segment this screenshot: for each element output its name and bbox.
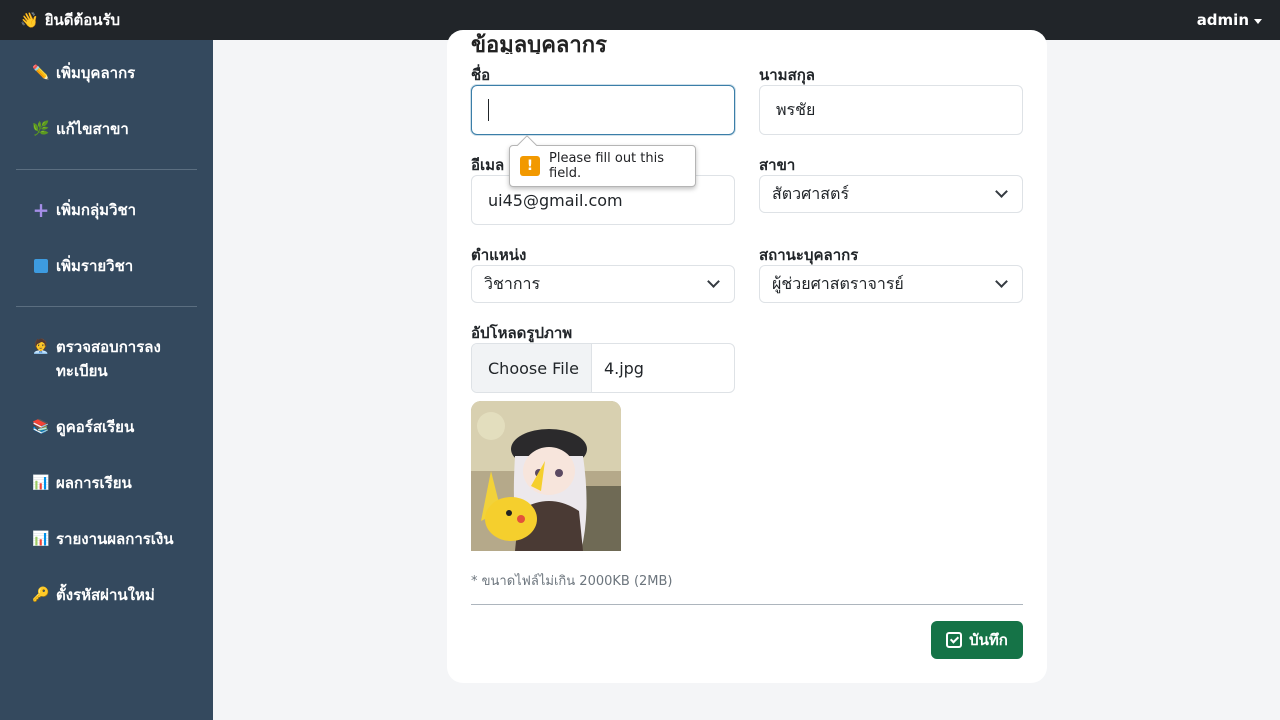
- choose-file-button[interactable]: Choose File: [472, 344, 592, 392]
- book-icon: [32, 254, 50, 281]
- branch-select[interactable]: สัตวศาสตร์: [759, 175, 1023, 213]
- sidebar-item-reset-password[interactable]: 🔑 ตั้งรหัสผ่านใหม่: [32, 583, 202, 607]
- form-title: ข้อมูลบุคลากร: [471, 33, 607, 54]
- validation-tooltip: ! Please fill out this field.: [509, 145, 696, 187]
- pencil-icon: ✏️: [32, 65, 50, 81]
- sidebar-item-check-registration[interactable]: 🧑‍💼 ตรวจสอบการลงทะเบียน: [32, 335, 202, 383]
- sidebar: ✏️ เพิ่มบุคลากร 🌿 แก้ไขสาขา + เพิ่มกลุ่ม…: [0, 40, 213, 720]
- sidebar-item-add-staff[interactable]: ✏️ เพิ่มบุคลากร: [32, 61, 202, 85]
- save-download-icon: [946, 632, 963, 648]
- last-name-value: พรชัย: [776, 99, 816, 119]
- person-at-desk-icon: 🧑‍💼: [32, 339, 50, 355]
- profile-photo: [471, 401, 621, 551]
- sidebar-item-edit-branch[interactable]: 🌿 แก้ไขสาขา: [32, 117, 202, 141]
- staff-status-select[interactable]: ผู้ช่วยศาสตราจารย์: [759, 265, 1023, 303]
- books-icon: 📚: [32, 419, 50, 435]
- caret-down-icon: [1254, 18, 1262, 24]
- staff-form-card: ข้อมูลบุคลากร ชื่อ นามสกุล พรชัย อีเมล u…: [447, 30, 1047, 683]
- plus-icon: +: [32, 198, 50, 222]
- chevron-down-icon: [707, 275, 720, 288]
- first-name-input[interactable]: [471, 85, 735, 135]
- staff-status-label: สถานะบุคลากร: [759, 246, 859, 264]
- warning-icon: !: [520, 156, 540, 176]
- sidebar-item-label: ผลการเรียน: [56, 474, 132, 492]
- position-value: วิชาการ: [484, 273, 541, 293]
- branch-label: สาขา: [759, 156, 796, 174]
- sidebar-item-label: เพิ่มรายวิชา: [56, 257, 134, 275]
- branch-value: สัตวศาสตร์: [772, 183, 850, 203]
- last-name-label: นามสกุล: [759, 66, 815, 84]
- position-select[interactable]: วิชาการ: [471, 265, 735, 303]
- email-value: ui45@gmail.com: [488, 190, 623, 210]
- sidebar-item-label: รายงานผลการเงิน: [56, 530, 174, 548]
- brand: 👋 ยินดีต้อนรับ: [20, 8, 120, 32]
- chevron-down-icon: [995, 185, 1008, 198]
- sidebar-item-label: เพิ่มบุคลากร: [56, 64, 136, 82]
- user-name: admin: [1196, 11, 1249, 29]
- sidebar-item-label: เพิ่มกลุ่มวิชา: [56, 201, 137, 219]
- sidebar-item-label: ตรวจสอบการลงทะเบียน: [56, 338, 161, 380]
- sidebar-item-label: ตั้งรหัสผ่านใหม่: [56, 586, 155, 604]
- first-name-label: ชื่อ: [471, 66, 491, 84]
- validation-message: Please fill out this field.: [549, 151, 665, 181]
- brand-text: ยินดีต้อนรับ: [44, 11, 121, 29]
- position-label: ตำแหน่ง: [471, 246, 527, 264]
- staff-status-value: ผู้ช่วยศาสตราจารย์: [772, 273, 904, 293]
- sidebar-item-grades[interactable]: 📊 ผลการเรียน: [32, 471, 202, 495]
- image-preview: [471, 401, 621, 551]
- user-menu-dropdown[interactable]: admin: [1197, 11, 1262, 29]
- chevron-down-icon: [995, 275, 1008, 288]
- sidebar-item-view-courses[interactable]: 📚 ดูคอร์สเรียน: [32, 415, 202, 439]
- file-size-note: * ขนาดไฟล์ไม่เกิน 2000KB (2MB): [471, 574, 673, 589]
- upload-label: อัปโหลดรูปภาพ: [471, 324, 573, 342]
- sidebar-item-label: แก้ไขสาขา: [56, 120, 129, 138]
- last-name-input[interactable]: พรชัย: [759, 85, 1023, 135]
- seedling-icon: 🌿: [32, 121, 50, 137]
- image-file-input[interactable]: Choose File 4.jpg: [471, 343, 735, 393]
- text-cursor: [488, 99, 489, 121]
- sidebar-item-finance-report[interactable]: 📊 รายงานผลการเงิน: [32, 527, 202, 551]
- file-name: 4.jpg: [603, 358, 644, 378]
- save-button[interactable]: บันทึก: [931, 621, 1023, 659]
- sidebar-item-add-subject[interactable]: เพิ่มรายวิชา: [32, 254, 202, 281]
- form-divider: [471, 604, 1023, 605]
- sidebar-divider: [16, 306, 197, 307]
- sidebar-item-label: ดูคอร์สเรียน: [56, 418, 135, 436]
- sidebar-item-add-subject-group[interactable]: + เพิ่มกลุ่มวิชา: [32, 198, 202, 222]
- waving-hand-icon: 👋: [20, 11, 39, 29]
- key-icon: 🔑: [32, 587, 50, 603]
- save-label: บันทึก: [969, 631, 1008, 649]
- bar-chart-icon: 📊: [32, 475, 50, 491]
- email-label: อีเมล: [471, 156, 505, 174]
- bar-chart-icon: 📊: [32, 531, 50, 547]
- sidebar-divider: [16, 169, 197, 170]
